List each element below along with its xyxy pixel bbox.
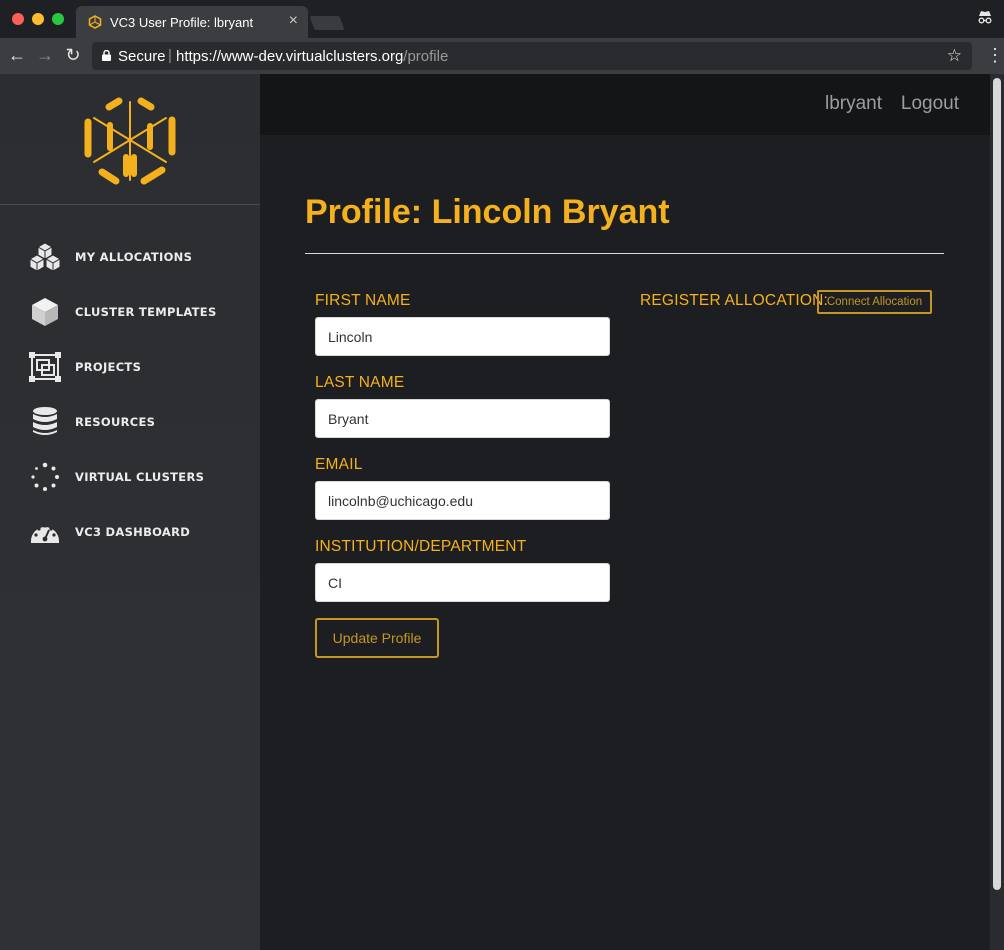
sidebar-item-label: MY ALLOCATIONS: [75, 249, 193, 264]
first-name-label: FIRST NAME: [315, 292, 411, 309]
maximize-window-button[interactable]: [52, 13, 64, 25]
sidebar-item-projects[interactable]: PROJECTS: [0, 339, 260, 394]
browser-menu-icon[interactable]: ⋮: [986, 44, 1004, 66]
secure-label: Secure: [118, 48, 166, 65]
update-profile-button[interactable]: Update Profile: [315, 618, 439, 658]
email-label: EMAIL: [315, 456, 363, 473]
back-arrow-icon[interactable]: ←: [6, 44, 28, 66]
first-name-input[interactable]: [315, 317, 610, 356]
last-name-input[interactable]: [315, 399, 610, 438]
connect-allocation-button[interactable]: Connect Allocation: [817, 290, 932, 314]
logout-link[interactable]: Logout: [901, 93, 959, 115]
scrollbar-thumb[interactable]: [993, 78, 1001, 890]
sidebar-item-virtual-clusters[interactable]: VIRTUAL CLUSTERS: [0, 449, 260, 504]
projects-icon: [28, 350, 62, 384]
browser-tab[interactable]: VC3 User Profile: lbryant ×: [76, 6, 308, 38]
dashboard-gauge-icon: [28, 515, 62, 549]
reload-icon[interactable]: ↻: [62, 44, 84, 66]
lock-icon: [102, 50, 111, 61]
bookmark-star-icon[interactable]: ☆: [947, 46, 962, 66]
email-input[interactable]: [315, 481, 610, 520]
sidebar-item-label: RESOURCES: [75, 414, 156, 429]
sidebar-item-cluster-templates[interactable]: CLUSTER TEMPLATES: [0, 284, 260, 339]
sidebar-item-my-allocations[interactable]: MY ALLOCATIONS: [0, 229, 260, 284]
sidebar: MY ALLOCATIONS CLUSTER TEMPLATES PROJECT…: [0, 74, 260, 950]
url-host: https://www-dev.virtualclusters.org: [176, 48, 404, 65]
new-tab-button[interactable]: [309, 16, 345, 30]
forward-arrow-icon[interactable]: →: [34, 44, 56, 66]
institution-input[interactable]: [315, 563, 610, 602]
sidebar-item-label: VC3 DASHBOARD: [75, 524, 191, 539]
last-name-label: LAST NAME: [315, 374, 405, 391]
cubes-icon: [28, 240, 62, 274]
sidebar-item-label: CLUSTER TEMPLATES: [75, 304, 217, 319]
page-scrollbar[interactable]: [990, 74, 1004, 950]
top-nav-bar: lbryant Logout: [260, 74, 990, 135]
minimize-window-button[interactable]: [32, 13, 44, 25]
tab-title: VC3 User Profile: lbryant: [110, 15, 254, 30]
address-bar[interactable]: Secure | https://www-dev.virtualclusters…: [92, 42, 972, 70]
register-allocation-label: REGISTER ALLOCATION:: [640, 292, 829, 309]
tab-close-icon[interactable]: ×: [289, 12, 298, 30]
spinner-dots-icon: [28, 460, 62, 494]
incognito-icon: [978, 11, 992, 24]
logo-area: [0, 74, 260, 205]
browser-titlebar: VC3 User Profile: lbryant ×: [0, 0, 1004, 38]
vc3-logo-icon: [84, 97, 176, 185]
sidebar-nav: MY ALLOCATIONS CLUSTER TEMPLATES PROJECT…: [0, 229, 260, 559]
page-title: Profile: Lincoln Bryant: [305, 193, 670, 231]
sidebar-item-vc3-dashboard[interactable]: VC3 DASHBOARD: [0, 504, 260, 559]
main-content: Profile: Lincoln Bryant FIRST NAME LAST …: [260, 135, 990, 950]
sidebar-item-resources[interactable]: RESOURCES: [0, 394, 260, 449]
url-text: https://www-dev.virtualclusters.org/prof…: [176, 48, 448, 65]
institution-label: INSTITUTION/DEPARTMENT: [315, 538, 527, 555]
title-divider: [305, 253, 944, 254]
sidebar-item-label: VIRTUAL CLUSTERS: [75, 469, 205, 484]
url-path: /profile: [403, 48, 449, 65]
vc3-favicon-icon: [88, 15, 102, 29]
username-link[interactable]: lbryant: [825, 93, 882, 115]
sidebar-item-label: PROJECTS: [75, 359, 142, 374]
page: MY ALLOCATIONS CLUSTER TEMPLATES PROJECT…: [0, 74, 1004, 950]
close-window-button[interactable]: [12, 13, 24, 25]
cube-icon: [28, 295, 62, 329]
url-separator: |: [168, 47, 172, 64]
browser-toolbar: ← → ↻ Secure | https://www-dev.virtualcl…: [0, 38, 1004, 74]
database-icon: [28, 405, 62, 439]
